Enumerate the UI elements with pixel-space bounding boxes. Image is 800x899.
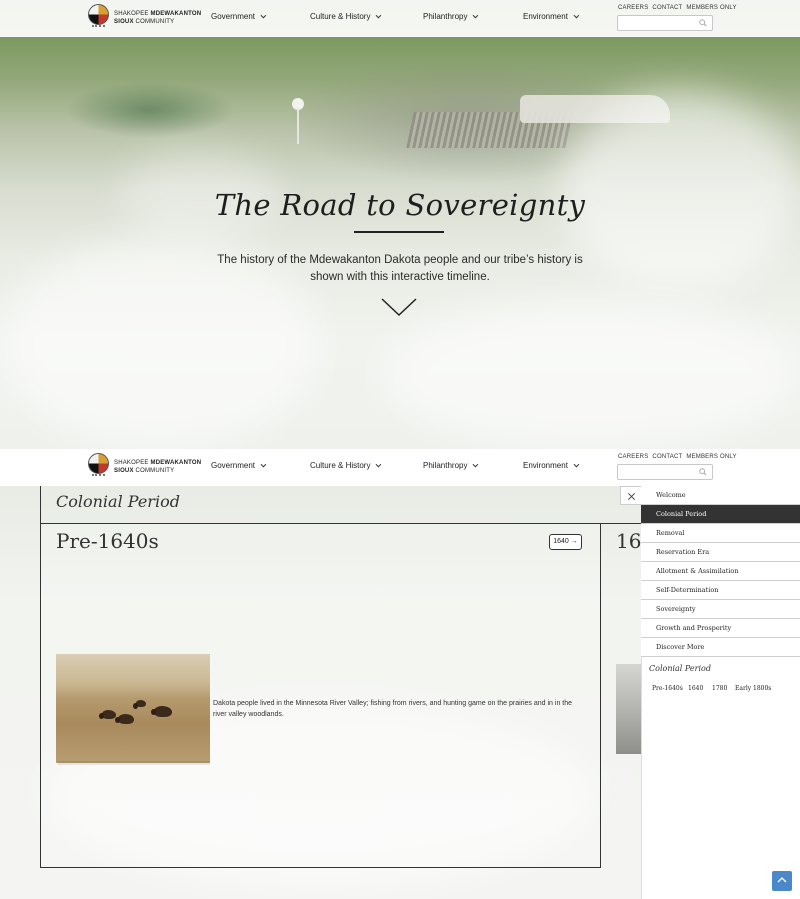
drawer-item-reservation-era[interactable]: Reservation Era [641,543,800,562]
scroll-down-chevron-icon[interactable] [380,296,418,318]
chevron-down-icon [573,461,580,468]
search-field[interactable] [617,464,713,480]
chevron-down-icon [260,461,267,468]
nav-philanthropy[interactable]: Philanthropy [423,461,479,470]
nav-environment[interactable]: Environment [523,461,580,470]
contact-link[interactable]: CONTACT [652,5,682,11]
chevron-down-icon [473,461,479,468]
search-icon[interactable] [699,468,707,476]
hero-title: The Road to Sovereignty [214,188,586,222]
community-logo-text[interactable]: SHAKOPEE MDEWAKANTON SIOUX COMMUNITY [114,459,201,475]
utility-links: CAREERS CONTACT MEMBERS ONLY [618,454,741,460]
chevron-down-icon [376,12,382,19]
nav-culture-history[interactable]: Culture & History [310,461,382,470]
nav-government[interactable]: Government [211,12,267,21]
next-era-button[interactable]: 1640 → [549,534,582,550]
careers-link[interactable]: CAREERS [618,454,648,460]
era-title: Pre-1640s [56,529,159,553]
next-era-photo [616,664,641,754]
community-logo-text[interactable]: SHAKOPEE MDEWAKANTON SIOUX COMMUNITY [114,10,201,26]
chevron-down-icon [376,461,382,468]
careers-link[interactable]: CAREERS [618,5,648,11]
chevron-down-icon [573,12,580,19]
drawer-item-colonial-period[interactable]: Colonial Period [641,505,800,524]
drawer-sub-item-pre-1640s[interactable]: Pre-1640s [652,685,683,692]
search-input[interactable] [621,18,697,28]
members-only-link[interactable]: MEMBERS ONLY [686,454,736,460]
drawer-item-growth-prosperity[interactable]: Growth and Prosperity [641,619,800,638]
community-logo-icon[interactable] [88,453,109,474]
nav-environment[interactable]: Environment [523,12,580,21]
drawer-sub-item-early-1800s[interactable]: Early 1800s [735,685,771,692]
close-icon[interactable] [620,486,641,505]
hero-subtitle: The history of the Mdewakanton Dakota pe… [217,254,583,283]
site-header: SHAKOPEE MDEWAKANTON SIOUX COMMUNITY Gov… [0,0,800,37]
drawer-item-sovereignty[interactable]: Sovereignty [641,600,800,619]
utility-links: CAREERS CONTACT MEMBERS ONLY [618,5,741,11]
drawer-item-self-determination[interactable]: Self-Determination [641,581,800,600]
chevron-down-icon [473,12,479,19]
feather-icon [92,25,105,32]
bison-prairie-photo [56,654,210,763]
nav-government[interactable]: Government [211,461,267,470]
drawer-item-removal[interactable]: Removal [641,524,800,543]
search-field[interactable] [617,15,713,31]
contact-link[interactable]: CONTACT [652,454,682,460]
back-to-top-button[interactable] [772,871,792,891]
nav-philanthropy[interactable]: Philanthropy [423,12,479,21]
era-description: Dakota people lived in the Minnesota Riv… [213,700,573,718]
chevron-down-icon [260,12,267,19]
next-era-title[interactable]: 1640 [616,529,641,553]
hero-aerial-background [0,0,800,450]
sticky-header: SHAKOPEE MDEWAKANTON SIOUX COMMUNITY Gov… [0,449,800,486]
community-logo-icon[interactable] [88,4,109,25]
nav-culture-history[interactable]: Culture & History [310,12,382,21]
members-only-link[interactable]: MEMBERS ONLY [686,5,736,11]
feather-icon [92,474,105,481]
arrow-up-icon [777,877,787,883]
drawer-item-allotment[interactable]: Allotment & Assimilation [641,562,800,581]
title-divider [354,231,444,233]
search-icon[interactable] [699,19,707,27]
search-input[interactable] [621,467,697,477]
drawer-sub-item-1640[interactable]: 1640 [688,685,703,692]
drawer-item-welcome[interactable]: Welcome [641,486,800,505]
drawer-sub-heading: Colonial Period [649,664,711,673]
drawer-sub-item-1780[interactable]: 1780 [712,685,727,692]
arrow-right-icon: → [570,538,578,545]
period-heading: Colonial Period [56,492,180,511]
drawer-item-discover-more[interactable]: Discover More [641,638,800,657]
